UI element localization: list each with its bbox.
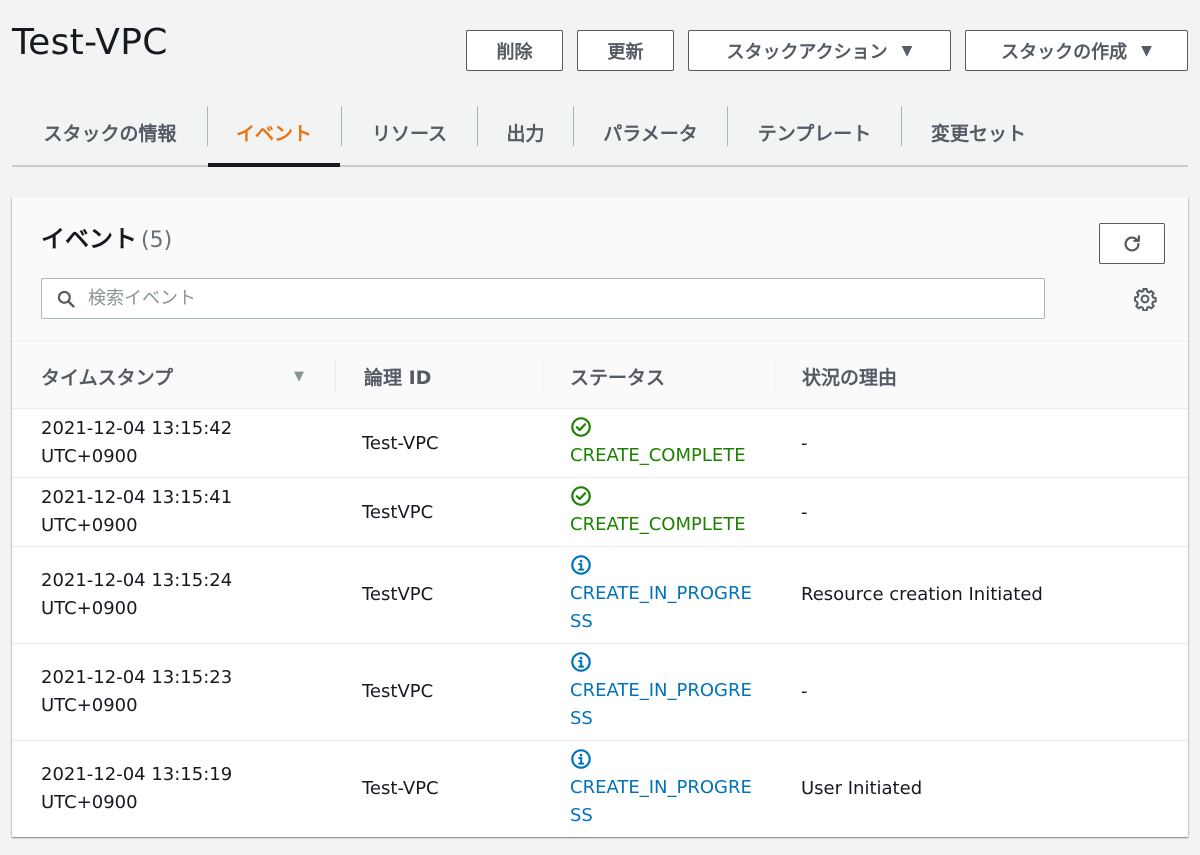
timestamp-cell: 2021-12-04 13:15:24 UTC+0900 <box>41 567 291 623</box>
table-row[interactable]: 2021-12-04 13:15:23 UTC+0900 TestVPC CRE… <box>12 644 1188 741</box>
table-row[interactable]: 2021-12-04 13:15:42 UTC+0900 Test-VPC CR… <box>12 409 1188 478</box>
tab-stack-info[interactable]: スタックの情報 <box>12 100 208 165</box>
tab-outputs[interactable]: 出力 <box>478 100 573 165</box>
timestamp-timezone: UTC+0900 <box>41 695 138 716</box>
timestamp-date: 2021-12-04 13:15:19 <box>41 764 233 785</box>
search-icon <box>56 289 76 309</box>
timestamp-timezone: UTC+0900 <box>41 446 138 467</box>
status-cell: CREATE_COMPLETE <box>570 485 760 539</box>
timestamp-cell: 2021-12-04 13:15:41 UTC+0900 <box>41 484 291 540</box>
column-header-label: 論理 ID <box>364 366 432 389</box>
update-button[interactable]: 更新 <box>577 30 674 71</box>
status-cell: CREATE_COMPLETE <box>570 416 760 470</box>
logical-id-cell: TestVPC <box>362 584 434 605</box>
events-count: (5) <box>141 228 173 253</box>
column-header-status-reason[interactable]: 状況の理由 <box>802 343 897 409</box>
timestamp-timezone: UTC+0900 <box>41 515 138 536</box>
column-header-timestamp[interactable]: タイムスタンプ <box>41 343 173 409</box>
status-text: CREATE_COMPLETE <box>570 514 746 535</box>
events-panel-header: イベント (5) <box>12 197 1188 342</box>
status-reason-cell: User Initiated <box>801 778 923 799</box>
tab-label: パラメータ <box>603 123 698 145</box>
status-text: CREATE_IN_PROGRESS <box>570 680 752 729</box>
events-table-header: タイムスタンプ ▼ 論理 ID ステータス 状況の理由 <box>12 343 1188 409</box>
status-text: CREATE_IN_PROGRESS <box>570 777 752 826</box>
caret-down-icon: ▼ <box>901 42 913 59</box>
update-button-label: 更新 <box>607 41 644 63</box>
status-reason-cell: - <box>801 433 808 454</box>
stack-actions-dropdown[interactable]: スタックアクション ▼ <box>688 30 951 71</box>
timestamp-timezone: UTC+0900 <box>41 792 138 813</box>
timestamp-date: 2021-12-04 13:15:24 <box>41 570 233 591</box>
timestamp-cell: 2021-12-04 13:15:19 UTC+0900 <box>41 761 291 817</box>
tab-label: スタックの情報 <box>43 123 177 145</box>
search-input[interactable] <box>88 288 988 309</box>
timestamp-date: 2021-12-04 13:15:41 <box>41 487 233 508</box>
table-row[interactable]: 2021-12-04 13:15:24 UTC+0900 TestVPC CRE… <box>12 547 1188 644</box>
status-cell: CREATE_IN_PROGRESS <box>570 554 760 636</box>
status-cell: CREATE_IN_PROGRESS <box>570 651 760 733</box>
gear-icon[interactable] <box>1133 287 1157 311</box>
tab-template[interactable]: テンプレート <box>728 100 901 165</box>
search-field[interactable] <box>41 278 1045 319</box>
timestamp-cell: 2021-12-04 13:15:23 UTC+0900 <box>41 664 291 720</box>
delete-button-label: 削除 <box>496 41 533 63</box>
logical-id-cell: Test-VPC <box>362 778 439 799</box>
events-panel-title: イベント (5) <box>41 219 172 254</box>
logical-id-cell: TestVPC <box>362 502 434 523</box>
tab-parameters[interactable]: パラメータ <box>574 100 727 165</box>
logical-id-cell: Test-VPC <box>362 433 439 454</box>
tab-events[interactable]: イベント <box>208 100 340 167</box>
timestamp-date: 2021-12-04 13:15:23 <box>41 667 233 688</box>
status-reason-cell: - <box>801 681 808 702</box>
timestamp-timezone: UTC+0900 <box>41 598 138 619</box>
timestamp-cell: 2021-12-04 13:15:42 UTC+0900 <box>41 415 291 471</box>
status-text: CREATE_COMPLETE <box>570 445 746 466</box>
column-header-label: タイムスタンプ <box>41 366 174 389</box>
page-title: Test-VPC <box>12 22 168 63</box>
check-circle-icon <box>570 485 760 511</box>
refresh-button[interactable] <box>1099 223 1165 264</box>
logical-id-cell: TestVPC <box>362 681 434 702</box>
tab-resources[interactable]: リソース <box>342 100 477 165</box>
tab-change-sets[interactable]: 変更セット <box>902 100 1055 165</box>
table-row[interactable]: 2021-12-04 13:15:19 UTC+0900 Test-VPC CR… <box>12 741 1188 837</box>
column-header-status[interactable]: ステータス <box>570 343 665 409</box>
tab-label: テンプレート <box>757 123 872 145</box>
refresh-icon <box>1124 234 1140 252</box>
tab-label: 変更セット <box>930 123 1026 145</box>
status-cell: CREATE_IN_PROGRESS <box>570 748 760 830</box>
check-circle-icon <box>570 416 760 442</box>
stack-actions-label: スタックアクション <box>726 41 888 63</box>
tab-label: リソース <box>371 123 448 145</box>
column-divider <box>335 359 336 393</box>
info-circle-icon <box>570 554 760 580</box>
events-title-text: イベント <box>41 225 137 253</box>
info-circle-icon <box>570 651 760 677</box>
tab-label: 出力 <box>506 123 545 145</box>
info-circle-icon <box>570 748 760 774</box>
create-stack-label: スタックの作成 <box>1001 41 1128 63</box>
column-divider <box>542 359 543 393</box>
create-stack-dropdown[interactable]: スタックの作成 ▼ <box>965 30 1188 71</box>
events-panel: イベント(5) タイムスタンプ ▼ <box>12 197 1188 837</box>
tab-label: イベント <box>235 123 312 145</box>
status-text: CREATE_IN_PROGRESS <box>570 583 752 632</box>
status-reason-cell: Resource creation Initiated <box>801 584 1043 605</box>
column-header-label: ステータス <box>570 366 666 389</box>
table-row[interactable]: 2021-12-04 13:15:41 UTC+0900 TestVPC CRE… <box>12 478 1188 547</box>
column-header-logical-id[interactable]: 論理 ID <box>364 343 431 409</box>
column-header-label: 状況の理由 <box>802 366 898 389</box>
sort-descending-icon[interactable]: ▼ <box>294 369 304 384</box>
timestamp-date: 2021-12-04 13:15:42 <box>41 418 233 439</box>
status-reason-cell: - <box>801 502 808 523</box>
delete-button[interactable]: 削除 <box>466 30 563 71</box>
caret-down-icon: ▼ <box>1141 42 1152 59</box>
column-divider <box>774 359 775 393</box>
stack-tabs: スタックの情報 イベント リソース 出力 パラメータ テンプレート 変更セット <box>12 100 1188 167</box>
